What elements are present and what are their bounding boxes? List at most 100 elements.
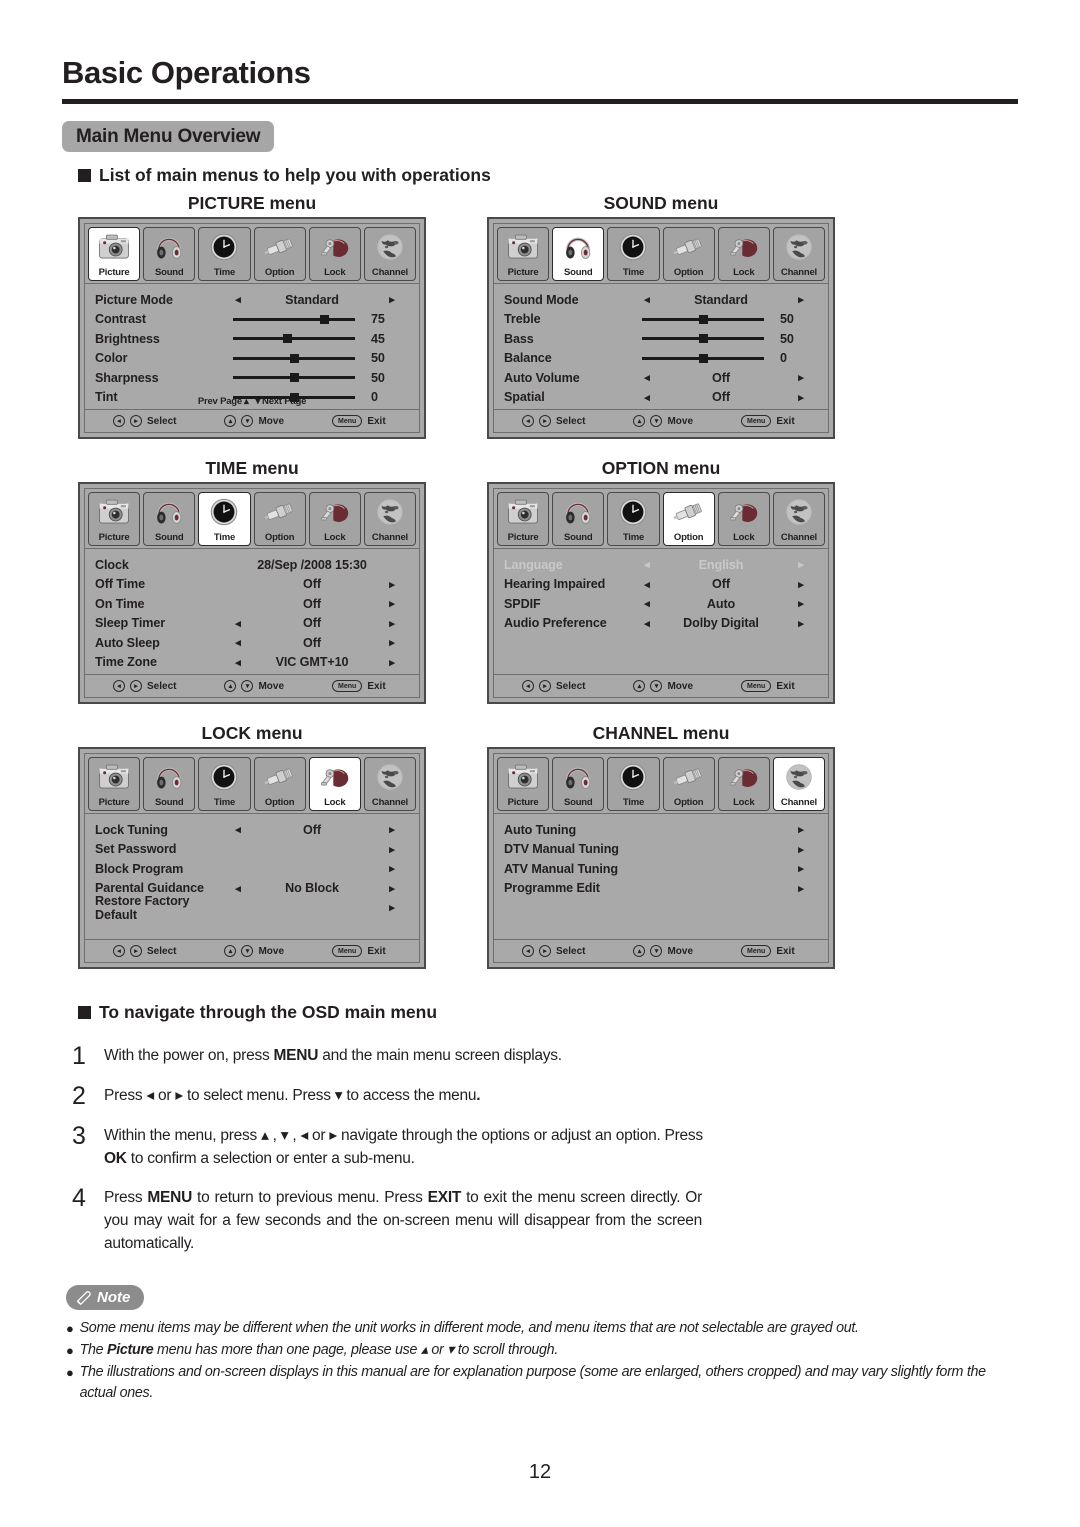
osd-row-slider[interactable]: Balance 0: [504, 349, 818, 369]
osd-row-option[interactable]: Time Zone ◂ VIC GMT+10 ▸: [95, 653, 409, 673]
osd-row-option[interactable]: Set Password ▸: [95, 840, 409, 860]
left-arrow-icon[interactable]: ◂: [636, 293, 658, 306]
osd-row-option[interactable]: Spatial ◂ Off ▸: [504, 388, 818, 408]
osd-row-slider[interactable]: Brightness 45: [95, 329, 409, 349]
osd-tab-option[interactable]: Option: [662, 227, 715, 281]
slider-knob[interactable]: [320, 314, 329, 324]
osd-tab-channel[interactable]: Channel: [772, 227, 826, 281]
osd-tab-option[interactable]: Option: [253, 757, 306, 811]
slider-track-wrap[interactable]: [636, 310, 774, 330]
right-arrow-icon[interactable]: ▸: [784, 843, 818, 856]
left-arrow-icon[interactable]: ◂: [636, 578, 658, 591]
left-arrow-icon[interactable]: ◂: [227, 293, 249, 306]
right-arrow-icon[interactable]: ▸: [375, 862, 409, 875]
osd-tab-picture[interactable]: Picture: [497, 757, 550, 811]
osd-row-option[interactable]: Auto Tuning ▸: [504, 820, 818, 840]
right-arrow-icon[interactable]: ▸: [784, 293, 818, 306]
osd-tab-time[interactable]: Time: [607, 757, 660, 811]
osd-row-option[interactable]: Sound Mode ◂ Standard ▸: [504, 290, 818, 310]
right-arrow-icon[interactable]: ▸: [375, 882, 409, 895]
left-arrow-icon[interactable]: ◂: [636, 617, 658, 630]
slider-knob[interactable]: [283, 334, 293, 344]
osd-row-option[interactable]: Picture Mode ◂ Standard ▸: [95, 290, 409, 310]
osd-row-option[interactable]: Programme Edit ▸: [504, 879, 818, 899]
left-arrow-icon[interactable]: ◂: [636, 597, 658, 610]
slider-track-wrap[interactable]: [227, 368, 365, 388]
right-arrow-icon[interactable]: ▸: [784, 823, 818, 836]
osd-row-option[interactable]: Sleep Timer ◂ Off ▸: [95, 614, 409, 634]
osd-tab-picture[interactable]: Picture: [497, 227, 550, 281]
osd-row-slider[interactable]: Sharpness 50: [95, 368, 409, 388]
slider-track-wrap[interactable]: [227, 329, 365, 349]
osd-row-option[interactable]: Hearing Impaired ◂ Off ▸: [504, 575, 818, 595]
left-arrow-icon[interactable]: ◂: [636, 371, 658, 384]
osd-row-option[interactable]: Auto Volume ◂ Off ▸: [504, 368, 818, 388]
right-arrow-icon[interactable]: ▸: [784, 862, 818, 875]
osd-tab-picture[interactable]: Picture: [88, 757, 141, 811]
slider-knob[interactable]: [289, 373, 299, 383]
slider-track-wrap[interactable]: [227, 349, 365, 369]
osd-tab-picture[interactable]: Picture: [497, 492, 550, 546]
osd-row-slider[interactable]: Contrast 75: [95, 310, 409, 330]
right-arrow-icon[interactable]: ▸: [784, 617, 818, 630]
osd-row-option[interactable]: Off Time Off ▸: [95, 575, 409, 595]
osd-row-option[interactable]: Restore Factory Default ▸: [95, 894, 409, 922]
osd-tab-channel[interactable]: Channel: [363, 492, 417, 546]
right-arrow-icon[interactable]: ▸: [375, 901, 409, 914]
osd-row-option[interactable]: ATV Manual Tuning ▸: [504, 859, 818, 879]
osd-tab-time[interactable]: Time: [198, 492, 251, 546]
osd-tab-sound[interactable]: Sound: [552, 757, 605, 811]
osd-tab-option[interactable]: Option: [662, 492, 715, 546]
osd-row-option[interactable]: Block Program ▸: [95, 859, 409, 879]
osd-row-option[interactable]: Lock Tuning ◂ Off ▸: [95, 820, 409, 840]
osd-tab-time[interactable]: Time: [607, 227, 660, 281]
right-arrow-icon[interactable]: ▸: [375, 578, 409, 591]
osd-tab-sound[interactable]: Sound: [143, 757, 196, 811]
osd-tab-sound[interactable]: Sound: [552, 492, 605, 546]
left-arrow-icon[interactable]: ◂: [227, 656, 249, 669]
osd-row-option[interactable]: On Time Off ▸: [95, 594, 409, 614]
right-arrow-icon[interactable]: ▸: [375, 656, 409, 669]
osd-row-slider[interactable]: Treble 50: [504, 310, 818, 330]
right-arrow-icon[interactable]: ▸: [375, 636, 409, 649]
osd-tab-channel[interactable]: Channel: [772, 492, 826, 546]
osd-tab-lock[interactable]: Lock: [717, 227, 770, 281]
left-arrow-icon[interactable]: ◂: [227, 823, 249, 836]
osd-tab-time[interactable]: Time: [198, 227, 251, 281]
right-arrow-icon[interactable]: ▸: [375, 823, 409, 836]
right-arrow-icon[interactable]: ▸: [375, 617, 409, 630]
osd-tab-option[interactable]: Option: [662, 757, 715, 811]
osd-tab-time[interactable]: Time: [607, 492, 660, 546]
slider-knob[interactable]: [698, 334, 708, 344]
slider-track-wrap[interactable]: [636, 349, 774, 369]
osd-tab-lock[interactable]: Lock: [717, 492, 770, 546]
slider-knob[interactable]: [289, 353, 299, 363]
osd-tab-lock[interactable]: Lock: [308, 492, 361, 546]
osd-row-option[interactable]: Clock 28/Sep /2008 15:30: [95, 555, 409, 575]
osd-row-option[interactable]: DTV Manual Tuning ▸: [504, 840, 818, 860]
osd-tab-channel[interactable]: Channel: [363, 227, 417, 281]
right-arrow-icon[interactable]: ▸: [784, 578, 818, 591]
osd-tab-sound[interactable]: Sound: [552, 227, 605, 281]
left-arrow-icon[interactable]: ◂: [227, 636, 249, 649]
slider-knob[interactable]: [698, 314, 708, 324]
osd-tab-time[interactable]: Time: [198, 757, 251, 811]
right-arrow-icon[interactable]: ▸: [375, 293, 409, 306]
slider-knob[interactable]: [698, 353, 708, 363]
left-arrow-icon[interactable]: ◂: [636, 391, 658, 404]
slider-track-wrap[interactable]: [227, 310, 365, 330]
left-arrow-icon[interactable]: ◂: [636, 558, 658, 571]
osd-tab-picture[interactable]: Picture: [88, 492, 141, 546]
osd-row-slider[interactable]: Color 50: [95, 349, 409, 369]
osd-tab-option[interactable]: Option: [253, 227, 306, 281]
osd-row-slider[interactable]: Bass 50: [504, 329, 818, 349]
right-arrow-icon[interactable]: ▸: [784, 371, 818, 384]
osd-tab-sound[interactable]: Sound: [143, 492, 196, 546]
right-arrow-icon[interactable]: ▸: [784, 597, 818, 610]
osd-tab-lock[interactable]: Lock: [308, 227, 361, 281]
left-arrow-icon[interactable]: ◂: [227, 617, 249, 630]
osd-tab-sound[interactable]: Sound: [143, 227, 196, 281]
right-arrow-icon[interactable]: ▸: [784, 882, 818, 895]
osd-tab-option[interactable]: Option: [253, 492, 306, 546]
left-arrow-icon[interactable]: ◂: [227, 882, 249, 895]
